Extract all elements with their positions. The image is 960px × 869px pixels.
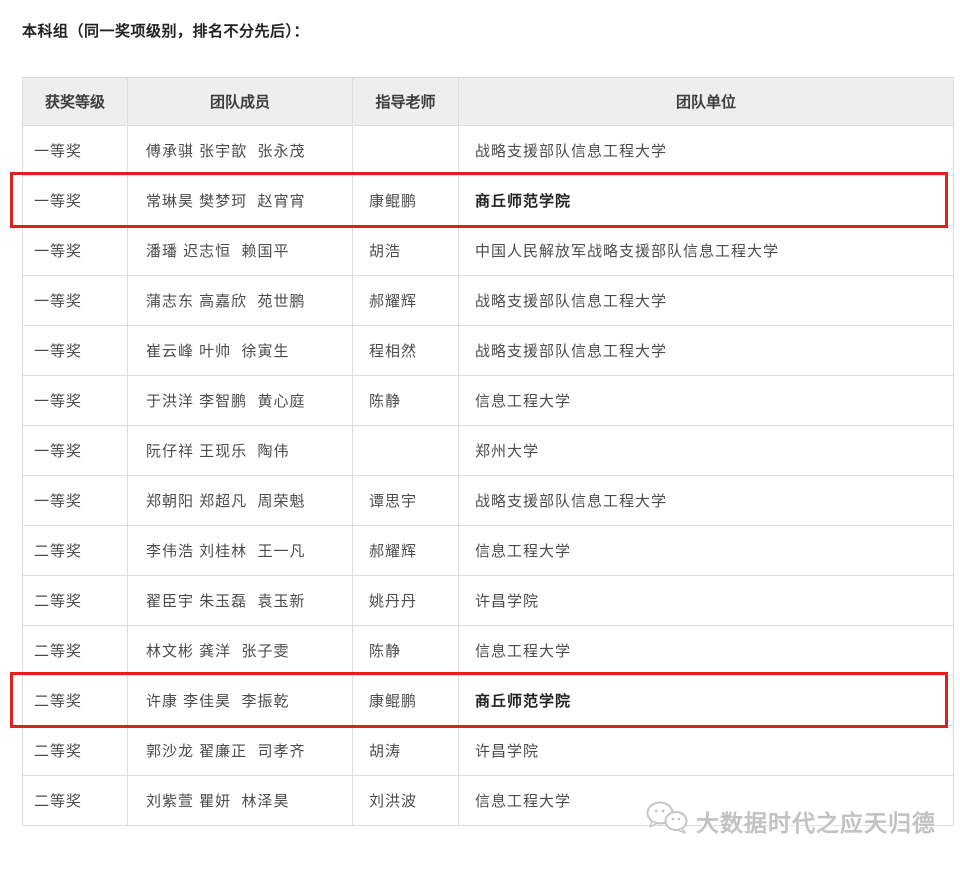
award-level-cell: 一等奖 bbox=[23, 226, 128, 276]
table-row: 一等奖 潘璠 迟志恒 赖国平 胡浩 中国人民解放军战略支援部队信息工程大学 bbox=[23, 226, 954, 276]
page-title: 本科组（同一奖项级别，排名不分先后）： bbox=[22, 20, 309, 41]
team-members-cell: 潘璠 迟志恒 赖国平 bbox=[128, 226, 353, 276]
table-header-row: 获奖等级 团队成员 指导老师 团队单位 bbox=[23, 78, 954, 126]
team-members-cell: 郭沙龙 翟廉正 司孝齐 bbox=[128, 726, 353, 776]
table-row: 一等奖 常琳昊 樊梦珂 赵宵宵 康鲲鹏 商丘师范学院 bbox=[23, 176, 954, 226]
advisor-cell: 康鲲鹏 bbox=[353, 676, 459, 726]
table-row: 二等奖 李伟浩 刘桂林 王一凡 郝耀辉 信息工程大学 bbox=[23, 526, 954, 576]
award-level-cell: 一等奖 bbox=[23, 326, 128, 376]
team-unit-cell: 许昌学院 bbox=[459, 726, 954, 776]
team-members-cell: 许康 李佳昊 李振乾 bbox=[128, 676, 353, 726]
chat-bubbles-icon bbox=[645, 800, 691, 841]
award-level-cell: 一等奖 bbox=[23, 376, 128, 426]
watermark: 大数据时代之应天归德 bbox=[645, 800, 936, 841]
team-members-cell: 李伟浩 刘桂林 王一凡 bbox=[128, 526, 353, 576]
header-advisor: 指导老师 bbox=[353, 78, 459, 126]
advisor-cell: 刘洪波 bbox=[353, 776, 459, 826]
header-award-level: 获奖等级 bbox=[23, 78, 128, 126]
table-row: 一等奖 傅承骐 张宇歆 张永茂 战略支援部队信息工程大学 bbox=[23, 126, 954, 176]
team-unit-cell: 郑州大学 bbox=[459, 426, 954, 476]
header-team-unit: 团队单位 bbox=[459, 78, 954, 126]
team-members-cell: 于洪洋 李智鹏 黄心庭 bbox=[128, 376, 353, 426]
table-row: 一等奖 蒲志东 高嘉欣 苑世鹏 郝耀辉 战略支援部队信息工程大学 bbox=[23, 276, 954, 326]
team-members-cell: 阮仔祥 王现乐 陶伟 bbox=[128, 426, 353, 476]
advisor-cell: 陈静 bbox=[353, 376, 459, 426]
table-row: 二等奖 郭沙龙 翟廉正 司孝齐 胡涛 许昌学院 bbox=[23, 726, 954, 776]
team-unit-cell: 许昌学院 bbox=[459, 576, 954, 626]
table-row: 一等奖 崔云峰 叶帅 徐寅生 程相然 战略支援部队信息工程大学 bbox=[23, 326, 954, 376]
team-members-cell: 郑朝阳 郑超凡 周荣魁 bbox=[128, 476, 353, 526]
team-unit-cell: 战略支援部队信息工程大学 bbox=[459, 126, 954, 176]
team-members-cell: 蒲志东 高嘉欣 苑世鹏 bbox=[128, 276, 353, 326]
team-unit-cell: 中国人民解放军战略支援部队信息工程大学 bbox=[459, 226, 954, 276]
team-unit-cell: 战略支援部队信息工程大学 bbox=[459, 476, 954, 526]
table-row: 二等奖 林文彬 龚洋 张子雯 陈静 信息工程大学 bbox=[23, 626, 954, 676]
team-unit-cell: 战略支援部队信息工程大学 bbox=[459, 276, 954, 326]
advisor-cell: 康鲲鹏 bbox=[353, 176, 459, 226]
watermark-text: 大数据时代之应天归德 bbox=[696, 804, 936, 838]
award-level-cell: 二等奖 bbox=[23, 776, 128, 826]
award-level-cell: 二等奖 bbox=[23, 576, 128, 626]
table-row: 一等奖 阮仔祥 王现乐 陶伟 郑州大学 bbox=[23, 426, 954, 476]
advisor-cell: 胡浩 bbox=[353, 226, 459, 276]
team-members-cell: 翟臣宇 朱玉磊 袁玉新 bbox=[128, 576, 353, 626]
team-unit-cell: 信息工程大学 bbox=[459, 376, 954, 426]
table-row: 一等奖 郑朝阳 郑超凡 周荣魁 谭思宇 战略支援部队信息工程大学 bbox=[23, 476, 954, 526]
award-level-cell: 一等奖 bbox=[23, 426, 128, 476]
advisor-cell: 郝耀辉 bbox=[353, 526, 459, 576]
award-level-cell: 一等奖 bbox=[23, 476, 128, 526]
team-members-cell: 崔云峰 叶帅 徐寅生 bbox=[128, 326, 353, 376]
team-members-cell: 刘紫萱 瞿妍 林泽昊 bbox=[128, 776, 353, 826]
award-level-cell: 二等奖 bbox=[23, 526, 128, 576]
advisor-cell: 谭思宇 bbox=[353, 476, 459, 526]
table-body: 一等奖 傅承骐 张宇歆 张永茂 战略支援部队信息工程大学 一等奖 常琳昊 樊梦珂… bbox=[23, 126, 954, 826]
team-members-cell: 常琳昊 樊梦珂 赵宵宵 bbox=[128, 176, 353, 226]
award-level-cell: 一等奖 bbox=[23, 126, 128, 176]
table-row: 一等奖 于洪洋 李智鹏 黄心庭 陈静 信息工程大学 bbox=[23, 376, 954, 426]
team-members-cell: 林文彬 龚洋 张子雯 bbox=[128, 626, 353, 676]
advisor-cell: 胡涛 bbox=[353, 726, 459, 776]
team-members-cell: 傅承骐 张宇歆 张永茂 bbox=[128, 126, 353, 176]
advisor-cell: 姚丹丹 bbox=[353, 576, 459, 626]
award-level-cell: 二等奖 bbox=[23, 676, 128, 726]
team-unit-cell: 商丘师范学院 bbox=[459, 676, 954, 726]
advisor-cell: 陈静 bbox=[353, 626, 459, 676]
award-level-cell: 一等奖 bbox=[23, 176, 128, 226]
table-row: 二等奖 许康 李佳昊 李振乾 康鲲鹏 商丘师范学院 bbox=[23, 676, 954, 726]
award-level-cell: 二等奖 bbox=[23, 726, 128, 776]
header-team-members: 团队成员 bbox=[128, 78, 353, 126]
team-unit-cell: 商丘师范学院 bbox=[459, 176, 954, 226]
advisor-cell: 程相然 bbox=[353, 326, 459, 376]
table-row: 二等奖 翟臣宇 朱玉磊 袁玉新 姚丹丹 许昌学院 bbox=[23, 576, 954, 626]
advisor-cell bbox=[353, 126, 459, 176]
team-unit-cell: 战略支援部队信息工程大学 bbox=[459, 326, 954, 376]
award-level-cell: 一等奖 bbox=[23, 276, 128, 326]
team-unit-cell: 信息工程大学 bbox=[459, 526, 954, 576]
advisor-cell bbox=[353, 426, 459, 476]
award-table: 获奖等级 团队成员 指导老师 团队单位 一等奖 傅承骐 张宇歆 张永茂 战略支援… bbox=[22, 77, 954, 826]
award-level-cell: 二等奖 bbox=[23, 626, 128, 676]
advisor-cell: 郝耀辉 bbox=[353, 276, 459, 326]
team-unit-cell: 信息工程大学 bbox=[459, 626, 954, 676]
